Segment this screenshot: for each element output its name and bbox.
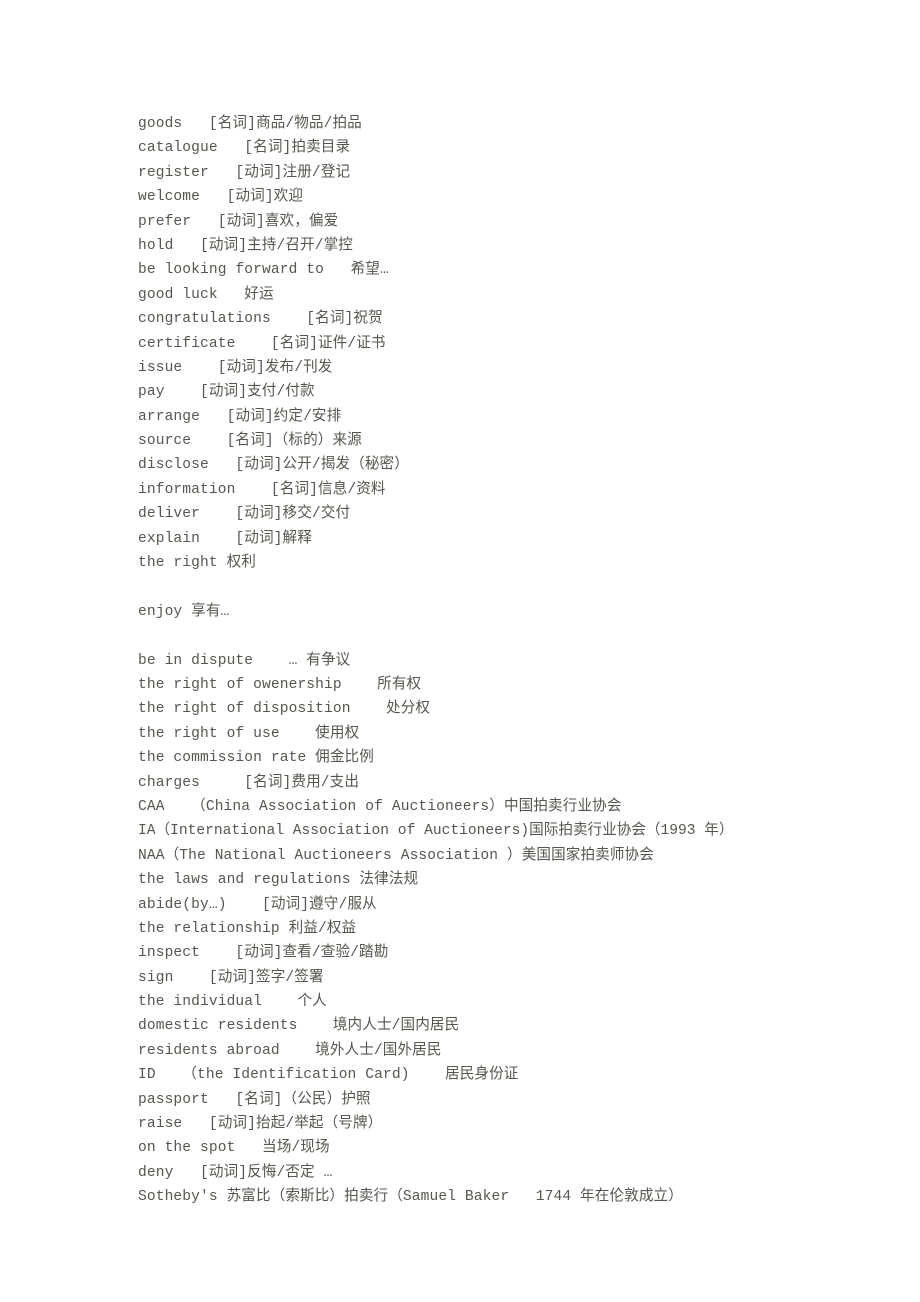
glossary-entry: IA（International Association of Auctione… — [138, 823, 734, 840]
glossary-entry: deliver [动词]移交/交付 — [138, 506, 351, 523]
glossary-entry: Sotheby's 苏富比（索斯比）拍卖行（Samuel Baker 1744 … — [138, 1189, 683, 1206]
glossary-entry: abide(by…) [动词]遵守/服从 — [138, 896, 377, 913]
glossary-entry: passport [名词]（公民）护照 — [138, 1091, 371, 1108]
glossary-list: goods [名词]商品/物品/拍品 catalogue [名词]拍卖目录 regi… — [138, 112, 880, 1210]
glossary-entry: CAA （China Association of Auctioneers）中国… — [138, 798, 622, 815]
glossary-entry: explain [动词]解释 — [138, 530, 312, 547]
glossary-entry: issue [动词]发布/刊发 — [138, 359, 333, 376]
glossary-entry: register [动词]注册/登记 — [138, 164, 351, 181]
glossary-entry: information [名词]信息/资料 — [138, 481, 386, 498]
glossary-entry: enjoy 享有… — [138, 603, 230, 620]
glossary-entry: goods [名词]商品/物品/拍品 — [138, 116, 362, 132]
glossary-entry: NAA（The National Auctioneers Association… — [138, 847, 654, 864]
glossary-entry: pay [动词]支付/付款 — [138, 384, 315, 401]
glossary-entry: charges [名词]费用/支出 — [138, 774, 360, 791]
glossary-entry: catalogue [名词]拍卖目录 — [138, 140, 351, 157]
glossary-entry: prefer [动词]喜欢，偏爱 — [138, 213, 339, 230]
glossary-entry: the relationship 利益/权益 — [138, 920, 357, 937]
glossary-entry: domestic residents 境内人士/国内居民 — [138, 1018, 460, 1035]
glossary-entry: inspect [动词]查看/查验/踏勘 — [138, 945, 389, 962]
glossary-entry: deny [动词]反悔/否定 … — [138, 1164, 333, 1181]
glossary-entry: be in dispute … 有争议 — [138, 652, 351, 669]
glossary-entry: certificate [名词]证件/证书 — [138, 335, 386, 352]
glossary-entry: good luck 好运 — [138, 286, 274, 303]
glossary-entry: congratulations [名词]祝贺 — [138, 311, 383, 328]
glossary-entry: welcome [动词]欢迎 — [138, 189, 304, 206]
glossary-entry: disclose [动词]公开/揭发（秘密） — [138, 457, 409, 474]
glossary-entry: residents abroad 境外人士/国外居民 — [138, 1042, 442, 1059]
glossary-entry: the right of owenership 所有权 — [138, 676, 422, 693]
glossary-entry: source [名词]（标的）来源 — [138, 433, 362, 450]
glossary-entry: raise [动词]抬起/举起（号牌） — [138, 1116, 383, 1133]
glossary-entry: ID （the Identification Card) 居民身份证 — [138, 1067, 519, 1084]
glossary-entry: the individual 个人 — [138, 994, 327, 1011]
glossary-entry: the right of use 使用权 — [138, 725, 360, 742]
glossary-entry: arrange [动词]约定/安排 — [138, 408, 342, 425]
document-page: goods [名词]商品/物品/拍品 catalogue [名词]拍卖目录 regi… — [0, 0, 920, 1302]
glossary-entry: sign [动词]签字/签署 — [138, 969, 324, 986]
glossary-entry: on the spot 当场/现场 — [138, 1140, 330, 1157]
glossary-entry: hold [动词]主持/召开/掌控 — [138, 237, 353, 254]
glossary-entry: the right of disposition 处分权 — [138, 701, 431, 718]
glossary-entry: be looking forward to 希望… — [138, 262, 389, 279]
glossary-entry: the right 权利 — [138, 555, 256, 572]
glossary-entry: the commission rate 佣金比例 — [138, 750, 374, 767]
glossary-entry: the laws and regulations 法律法规 — [138, 872, 419, 889]
